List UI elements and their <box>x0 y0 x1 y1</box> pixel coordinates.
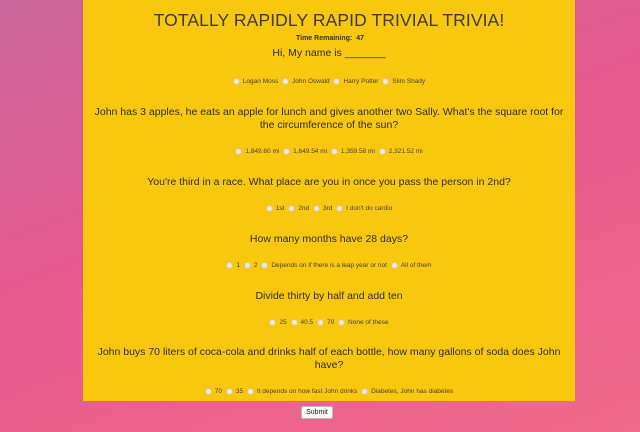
option-70[interactable]: 70 <box>316 318 334 327</box>
option-1649[interactable]: 1,649.54 mi <box>283 147 327 156</box>
option-3rd[interactable]: 3rd <box>312 204 332 213</box>
radio-button[interactable] <box>333 78 341 85</box>
radio-button[interactable] <box>361 388 369 395</box>
radio-button[interactable] <box>246 388 254 395</box>
option-no-cardio[interactable]: I don't do cardio <box>336 204 392 213</box>
radio-button[interactable] <box>338 319 346 326</box>
option-none[interactable]: None of these <box>338 318 389 327</box>
answer-options: 1 2 Depends on if there is a leap year o… <box>83 261 575 272</box>
question-text: Divide thirty by half and add ten <box>255 290 403 302</box>
timer: Time Remaining: 47 <box>83 35 575 42</box>
radio-button[interactable] <box>232 78 240 85</box>
option-diabetes[interactable]: Diabetes, John has diabetes <box>361 387 453 396</box>
answer-options: 1st 2nd 3rd I don't do cardio <box>83 204 575 215</box>
option-harry-potter[interactable]: Harry Potter <box>333 77 378 86</box>
submit-button[interactable]: Submit <box>301 406 333 419</box>
radio-button[interactable] <box>330 148 338 155</box>
radio-button[interactable] <box>282 78 290 85</box>
question-text: How many months have 28 days? <box>249 233 409 245</box>
radio-button[interactable] <box>269 319 277 326</box>
option-35[interactable]: 35 <box>225 387 243 396</box>
option-1[interactable]: 1 <box>226 261 240 270</box>
radio-button[interactable] <box>226 262 234 269</box>
radio-button[interactable] <box>336 205 344 212</box>
answer-options: 25 40.5 70 None of these <box>83 318 575 329</box>
quiz-panel: TOTALLY RAPIDLY RAPID TRIVIAL TRIVIA! Ti… <box>83 0 575 401</box>
radio-button[interactable] <box>290 319 298 326</box>
question-1: Hi, My name is _______ Logan Moss John O… <box>83 47 575 88</box>
question-5: Divide thirty by half and add ten 25 40.… <box>83 290 575 329</box>
option-depends[interactable]: It depends on how fast John drinks <box>246 387 357 396</box>
option-70-gallons[interactable]: 70 <box>204 387 222 396</box>
radio-button[interactable] <box>235 148 243 155</box>
page-title: TOTALLY RAPIDLY RAPID TRIVIAL TRIVIA! <box>153 10 505 30</box>
option-1st[interactable]: 1st <box>265 204 284 213</box>
answer-options: 1,849.60 mi 1,649.54 mi 1,359.58 mi 2,32… <box>83 147 575 158</box>
option-40-5[interactable]: 40.5 <box>290 318 313 327</box>
radio-button[interactable] <box>390 262 398 269</box>
radio-button[interactable] <box>316 319 324 326</box>
option-2nd[interactable]: 2nd <box>288 204 309 213</box>
answer-options: Logan Moss John Oswald Harry Potter Slim… <box>83 77 575 88</box>
option-1359[interactable]: 1,359.58 mi <box>330 147 375 156</box>
radio-button[interactable] <box>225 388 233 395</box>
timer-label: Time Remaining: <box>295 35 353 42</box>
question-text: John buys 70 liters of coca-cola and dri… <box>97 346 561 371</box>
radio-button[interactable] <box>288 205 296 212</box>
option-1849[interactable]: 1,849.60 mi <box>235 147 279 156</box>
radio-button[interactable] <box>261 262 269 269</box>
radio-button[interactable] <box>312 205 320 212</box>
question-text: Hi, My name is _______ <box>272 47 386 59</box>
answer-options: 70 35 It depends on how fast John drinks… <box>83 387 575 398</box>
option-slim-shady[interactable]: Slim Shady <box>382 77 425 86</box>
option-2[interactable]: 2 <box>243 261 258 270</box>
radio-button[interactable] <box>265 205 273 212</box>
option-logan-moss[interactable]: Logan Moss <box>232 77 278 86</box>
timer-value: 47 <box>356 35 365 42</box>
question-6: John buys 70 liters of coca-cola and dri… <box>83 346 575 398</box>
radio-button[interactable] <box>378 148 386 155</box>
question-3: You're third in a race. What place are y… <box>83 176 575 215</box>
question-text: John has 3 apples, he eats an apple for … <box>94 106 564 131</box>
option-leap-year[interactable]: Depends on if there is a leap year or no… <box>261 261 387 270</box>
option-25[interactable]: 25 <box>269 318 287 327</box>
question-4: How many months have 28 days? 1 2 Depend… <box>83 233 575 272</box>
option-2321[interactable]: 2,321.52 mi <box>378 147 423 156</box>
question-2: John has 3 apples, he eats an apple for … <box>83 106 575 158</box>
radio-button[interactable] <box>243 262 251 269</box>
radio-button[interactable] <box>283 148 291 155</box>
option-john-oswald[interactable]: John Oswald <box>282 77 330 86</box>
question-text: You're third in a race. What place are y… <box>147 176 511 188</box>
radio-button[interactable] <box>382 78 390 85</box>
radio-button[interactable] <box>204 388 212 395</box>
option-all-of-them[interactable]: All of them <box>390 261 432 270</box>
